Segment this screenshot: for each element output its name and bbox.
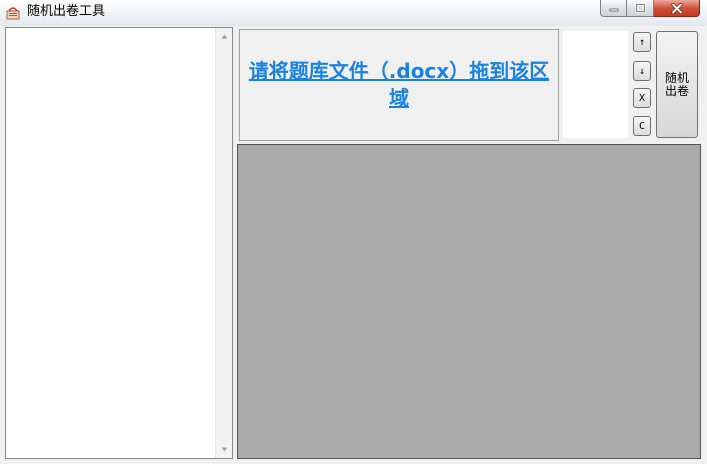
scroll-down-icon xyxy=(221,447,227,452)
selected-files-box[interactable] xyxy=(563,31,628,138)
file-drop-zone[interactable]: 请将题库文件（.docx）拖到该区域 xyxy=(239,29,559,141)
client-area: 请将题库文件（.docx）拖到该区域 ↑ ↓ X C 随机出卷 xyxy=(0,26,707,464)
scroll-up-icon xyxy=(221,34,227,39)
scroll-up-button[interactable] xyxy=(216,28,232,45)
vertical-scrollbar[interactable] xyxy=(215,28,232,458)
generate-paper-button[interactable]: 随机出卷 xyxy=(656,31,698,138)
preview-area xyxy=(237,144,701,459)
move-up-button[interactable]: ↑ xyxy=(633,32,651,52)
minimize-icon xyxy=(609,8,618,12)
drop-zone-link[interactable]: 请将题库文件（.docx）拖到该区域 xyxy=(244,58,554,112)
clear-button[interactable]: C xyxy=(633,116,651,136)
book-app-icon xyxy=(6,7,20,20)
remove-button[interactable]: X xyxy=(633,88,651,108)
move-down-button[interactable]: ↓ xyxy=(633,61,651,81)
question-list[interactable] xyxy=(5,27,233,459)
window-title: 随机出卷工具 xyxy=(27,4,106,19)
close-icon xyxy=(670,2,683,14)
scroll-down-button[interactable] xyxy=(216,441,232,458)
close-button[interactable] xyxy=(654,0,700,17)
maximize-button[interactable] xyxy=(627,0,654,17)
minimize-button[interactable] xyxy=(600,0,627,17)
title-bar[interactable]: 随机出卷工具 xyxy=(0,0,707,26)
maximize-icon xyxy=(635,3,645,13)
